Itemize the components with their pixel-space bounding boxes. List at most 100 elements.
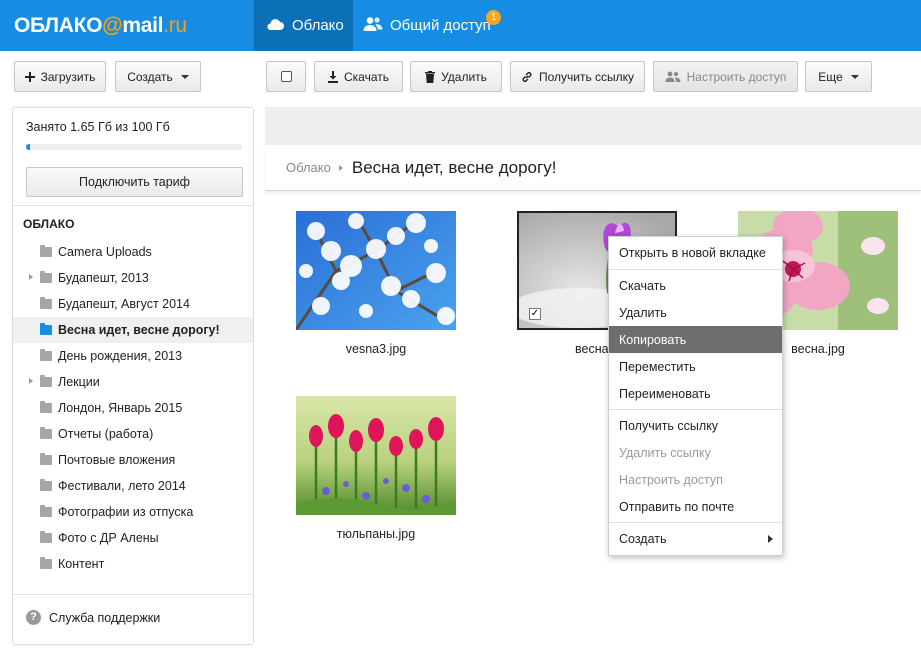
cloud-icon xyxy=(265,17,285,35)
file-thumbnail[interactable] xyxy=(296,211,456,330)
breadcrumb: Облако Весна идет, весне дорогу! xyxy=(265,145,921,191)
get-link-button[interactable]: Получить ссылку xyxy=(510,61,645,92)
context-menu-item[interactable]: Удалить xyxy=(609,299,782,326)
sidebar-folder-item[interactable]: Лекции xyxy=(13,369,253,395)
sidebar-folder-item[interactable]: Camera Uploads xyxy=(13,239,253,265)
folder-label: Будапешт, Август 2014 xyxy=(58,297,190,311)
folder-label: Отчеты (работа) xyxy=(58,427,154,441)
section-title: ОБЛАКО xyxy=(23,217,75,231)
context-menu-item: Удалить ссылку xyxy=(609,439,782,466)
logo[interactable]: ОБЛАКО@mail.ru xyxy=(14,14,187,38)
sidebar-folder-item[interactable]: Почтовые вложения xyxy=(13,447,253,473)
expand-arrow-icon[interactable] xyxy=(29,274,33,280)
folder-list: Camera Uploads Будапешт, 2013 Будапешт, Ав… xyxy=(13,239,253,577)
expand-arrow-icon[interactable] xyxy=(29,378,33,384)
help-icon: ? xyxy=(26,610,41,625)
chevron-right-icon xyxy=(338,164,343,171)
storage-progress-fill xyxy=(26,144,30,150)
checkbox-icon xyxy=(280,71,292,82)
support-link[interactable]: ? Служба поддержки xyxy=(26,610,160,625)
menu-divider xyxy=(609,409,782,410)
create-button[interactable]: Создать xyxy=(115,61,201,92)
chevron-down-icon xyxy=(180,74,189,79)
menu-item-label: Скачать xyxy=(619,278,666,293)
folder-label: Фото с ДР Алены xyxy=(58,531,159,545)
file-thumbnail[interactable] xyxy=(296,396,456,515)
chevron-right-icon xyxy=(768,535,773,543)
folder-icon xyxy=(40,453,52,465)
folder-label: Будапешт, 2013 xyxy=(58,271,149,285)
sidebar-folder-item[interactable]: Весна идет, весне дорогу! xyxy=(13,317,253,343)
sidebar-folder-item[interactable]: Фотографии из отпуска xyxy=(13,499,253,525)
folder-icon xyxy=(40,297,52,309)
folder-icon xyxy=(40,349,52,361)
folder-label: Лондон, Январь 2015 xyxy=(58,401,183,415)
menu-item-label: Настроить доступ xyxy=(619,472,723,487)
context-menu-item[interactable]: Создать xyxy=(609,525,782,552)
sidebar-folder-item[interactable]: Будапешт, Август 2014 xyxy=(13,291,253,317)
link-icon xyxy=(521,71,533,83)
file-name: vesna3.jpg xyxy=(345,342,407,356)
trash-icon xyxy=(425,70,436,83)
select-all-checkbox[interactable] xyxy=(266,61,306,92)
storage-usage-text: Занято 1.65 Гб из 100 Гб xyxy=(26,120,170,134)
delete-button[interactable]: Удалить xyxy=(410,61,502,92)
sidebar-folder-item[interactable]: Будапешт, 2013 xyxy=(13,265,253,291)
sidebar-folder-item[interactable]: День рождения, 2013 xyxy=(13,343,253,369)
menu-divider xyxy=(609,269,782,270)
menu-item-label: Удалить ссылку xyxy=(619,445,711,460)
page-title: Весна идет, весне дорогу! xyxy=(351,157,557,177)
sidebar-folder-item[interactable]: Фото с ДР Алены xyxy=(13,525,253,551)
menu-item-label: Переименовать xyxy=(619,386,711,401)
context-menu-item[interactable]: Переименовать xyxy=(609,380,782,407)
tab-cloud[interactable]: Облако xyxy=(254,0,353,51)
top-bar: ОБЛАКО@mail.ru Облако Общий доступ 1 xyxy=(0,0,921,51)
folder-icon xyxy=(40,505,52,517)
people-icon xyxy=(665,71,681,82)
menu-item-label: Удалить xyxy=(619,305,667,320)
menu-item-label: Получить ссылку xyxy=(619,418,719,433)
folder-label: Почтовые вложения xyxy=(58,453,176,467)
download-button[interactable]: Скачать xyxy=(314,61,403,92)
menu-item-label: Копировать xyxy=(619,332,687,347)
context-menu-item[interactable]: Скачать xyxy=(609,272,782,299)
file-name: тюльпаны.jpg xyxy=(336,527,416,541)
download-icon xyxy=(328,70,338,83)
context-menu-item[interactable]: Переместить xyxy=(609,353,782,380)
folder-icon xyxy=(40,245,52,257)
folder-label: Camera Uploads xyxy=(58,245,152,259)
tab-shared[interactable]: Общий доступ xyxy=(363,0,503,51)
folder-label: Фестивали, лето 2014 xyxy=(58,479,186,493)
folder-label: Фотографии из отпуска xyxy=(58,505,194,519)
folder-label: Контент xyxy=(58,557,105,571)
blossom-photo xyxy=(296,211,456,330)
menu-divider xyxy=(609,522,782,523)
sidebar-folder-item[interactable]: Контент xyxy=(13,551,253,577)
sidebar-folder-item[interactable]: Лондон, Январь 2015 xyxy=(13,395,253,421)
folder-label: Лекции xyxy=(58,375,100,389)
folder-icon xyxy=(40,531,52,543)
notification-badge: 1 xyxy=(486,10,501,25)
context-menu-item[interactable]: Получить ссылку xyxy=(609,412,782,439)
more-button[interactable]: Еще xyxy=(805,61,872,92)
storage-progress-bar xyxy=(26,144,242,150)
chevron-down-icon xyxy=(850,74,859,79)
folder-label: День рождения, 2013 xyxy=(58,349,183,363)
breadcrumb-root[interactable]: Облако xyxy=(286,160,331,175)
checkbox-checked-icon[interactable]: ✓ xyxy=(529,308,541,320)
sidebar-folder-item[interactable]: Отчеты (работа) xyxy=(13,421,253,447)
context-menu-item[interactable]: Копировать xyxy=(609,326,782,353)
context-menu-item[interactable]: Отправить по почте xyxy=(609,493,782,520)
people-icon xyxy=(363,16,383,36)
share-settings-button[interactable]: Настроить доступ xyxy=(653,61,798,92)
folder-icon xyxy=(40,401,52,413)
folder-icon xyxy=(40,323,52,335)
context-menu-item[interactable]: Открыть в новой вкладке xyxy=(609,239,782,266)
sidebar-folder-item[interactable]: Фестивали, лето 2014 xyxy=(13,473,253,499)
folder-icon xyxy=(40,271,52,283)
menu-item-label: Переместить xyxy=(619,359,696,374)
context-menu-item: Настроить доступ xyxy=(609,466,782,493)
connect-tariff-button[interactable]: Подключить тариф xyxy=(26,167,243,197)
upload-button[interactable]: Загрузить xyxy=(14,61,106,92)
menu-item-label: Отправить по почте xyxy=(619,499,735,514)
